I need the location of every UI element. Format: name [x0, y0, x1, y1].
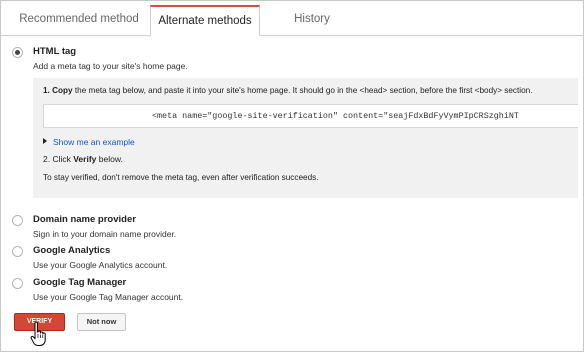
step-1-number: 1. — [43, 86, 50, 95]
step-1-rest: the meta tag below, and paste it into yo… — [72, 86, 533, 95]
option-desc-google-tag-manager: Use your Google Tag Manager account. — [33, 292, 184, 302]
expand-triangle-icon — [43, 138, 47, 144]
html-tag-instructions: 1. Copy the meta tag below, and paste it… — [33, 78, 578, 198]
radio-html-tag[interactable] — [12, 47, 23, 58]
tab-history[interactable]: History — [279, 5, 345, 36]
hand-pointer-icon — [30, 321, 46, 346]
step-2-bold: Verify — [73, 154, 97, 164]
step-2-prefix: 2. Click — [43, 154, 74, 164]
not-now-button[interactable]: Not now — [77, 313, 126, 331]
option-title-domain-name-provider: Domain name provider — [33, 214, 136, 225]
show-example-link[interactable]: Show me an example — [43, 137, 135, 147]
option-desc-html-tag: Add a meta tag to your site's home page. — [33, 61, 188, 71]
show-example-label: Show me an example — [53, 137, 135, 147]
step-2-suffix: below. — [96, 154, 123, 164]
option-desc-domain-name-provider: Sign in to your domain name provider. — [33, 229, 177, 239]
radio-google-analytics[interactable] — [12, 246, 23, 257]
tab-alternate-methods[interactable]: Alternate methods — [150, 5, 260, 36]
radio-domain-name-provider[interactable] — [12, 215, 23, 226]
option-title-google-tag-manager: Google Tag Manager — [33, 277, 127, 288]
option-desc-google-analytics: Use your Google Analytics account. — [33, 260, 168, 270]
verification-methods-panel: Recommended method Alternate methods His… — [0, 0, 584, 352]
step-1-bold: Copy — [52, 86, 73, 95]
option-title-google-analytics: Google Analytics — [33, 245, 111, 256]
stay-verified-note: To stay verified, don't remove the meta … — [43, 173, 319, 182]
radio-google-tag-manager[interactable] — [12, 278, 23, 289]
tab-recommended-method[interactable]: Recommended method — [19, 5, 139, 36]
step-2-text: 2. Click Verify below. — [43, 154, 123, 164]
meta-tag-box[interactable]: <meta name="google-site-verification" co… — [43, 104, 578, 128]
step-1-text: 1. Copy the meta tag below, and paste it… — [43, 86, 533, 95]
option-title-html-tag: HTML tag — [33, 46, 77, 57]
method-tabs: Recommended method Alternate methods His… — [1, 5, 584, 36]
meta-tag-code[interactable]: <meta name="google-site-verification" co… — [152, 111, 519, 121]
